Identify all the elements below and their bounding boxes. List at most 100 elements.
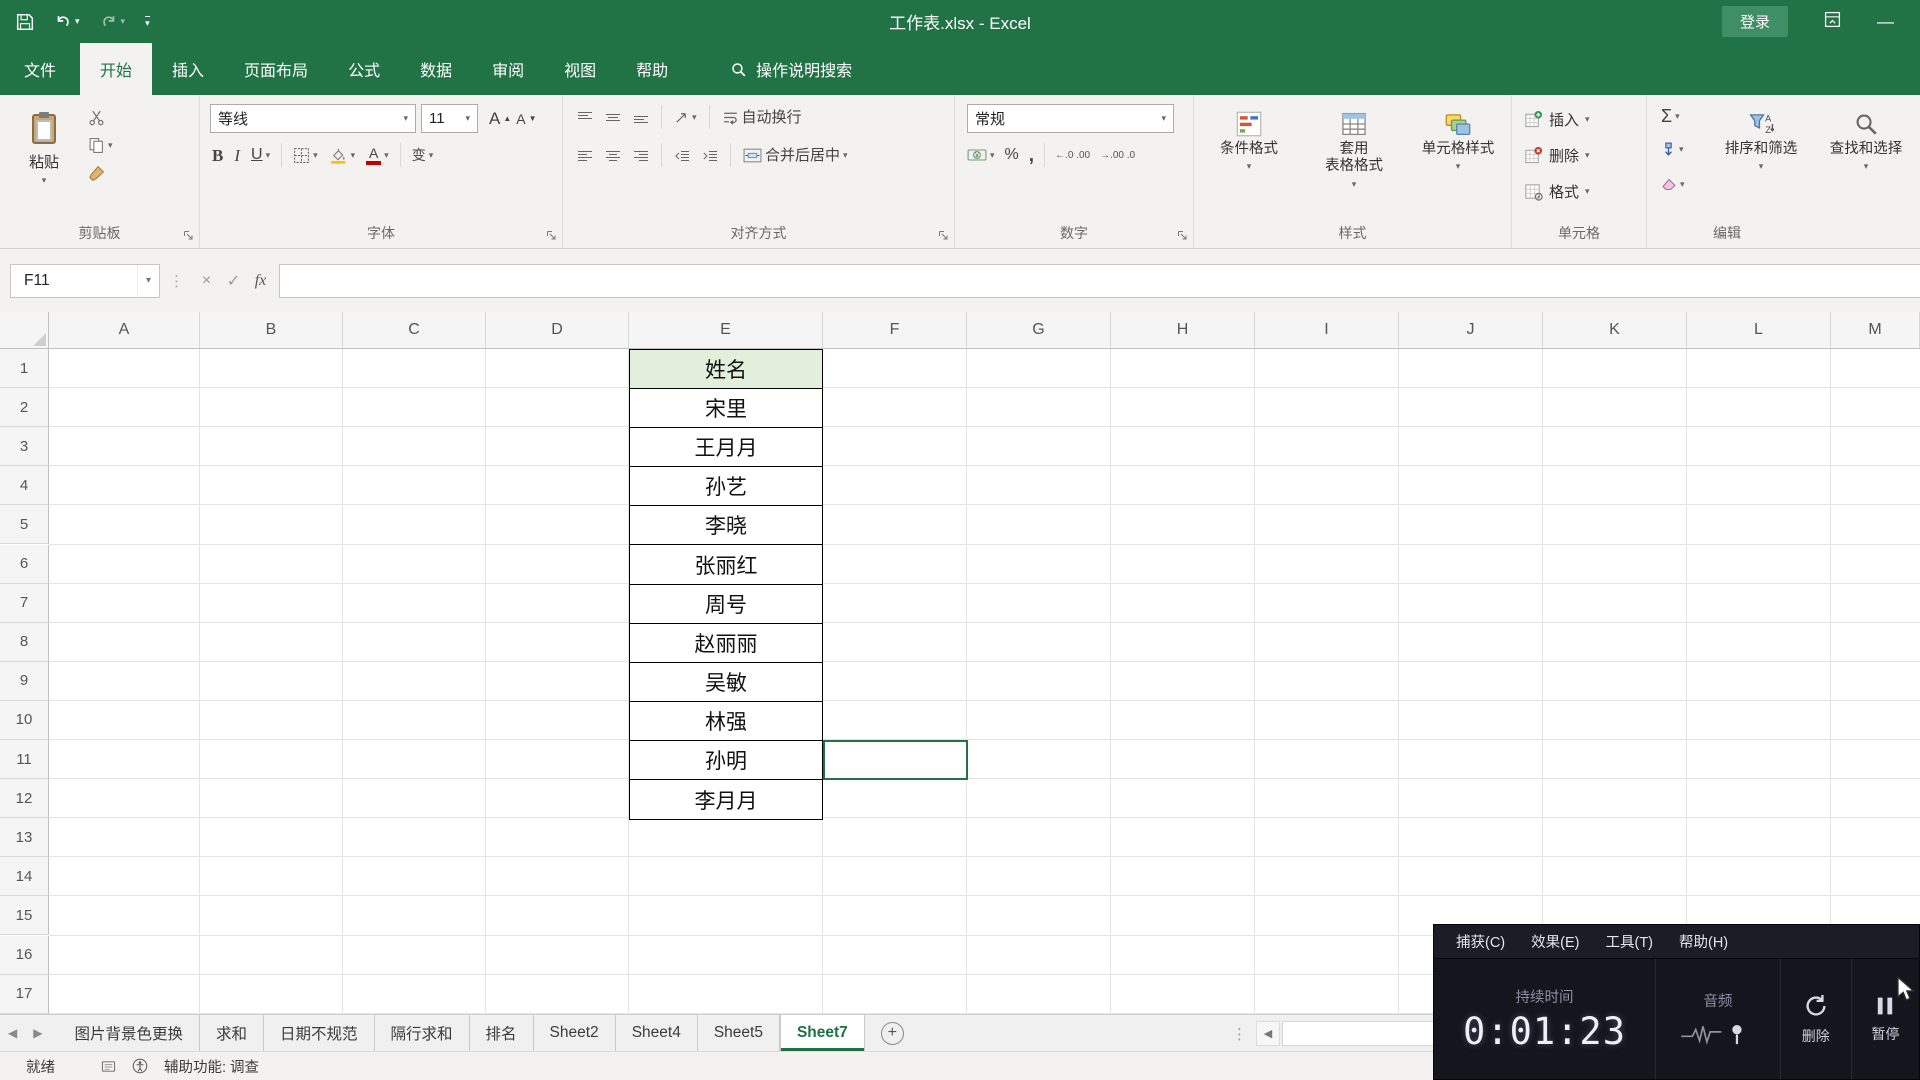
ribbon-tab-页面布局[interactable]: 页面布局 xyxy=(224,43,328,95)
cell-E2[interactable]: 宋里 xyxy=(630,389,822,428)
redo-button[interactable]: ▾ xyxy=(100,13,126,31)
comma-style-button[interactable]: , xyxy=(1029,146,1034,165)
sort-filter-button[interactable]: AZ 排序和筛选 ▾ xyxy=(1711,103,1811,217)
cell-E7[interactable]: 周号 xyxy=(630,585,822,624)
align-center-button[interactable] xyxy=(605,149,621,162)
format-cells-button[interactable]: 格式 ▾ xyxy=(1524,181,1590,202)
ribbon-display-options-button[interactable] xyxy=(1824,11,1841,33)
ribbon-tab-开始[interactable]: 开始 xyxy=(80,43,152,95)
clear-button[interactable]: ▾ xyxy=(1661,177,1685,191)
audio-waveform-icon[interactable] xyxy=(1679,1018,1757,1048)
recorder-menu-帮助(H)[interactable]: 帮助(H) xyxy=(1669,927,1738,956)
name-box-dropdown[interactable]: ▾ xyxy=(137,265,159,297)
column-header-G[interactable]: G xyxy=(967,312,1111,349)
cell-E12[interactable]: 李月月 xyxy=(630,780,822,819)
recorder-menu-工具(T)[interactable]: 工具(T) xyxy=(1595,927,1663,956)
row-header-12[interactable]: 12 xyxy=(0,779,49,818)
recorder-delete-button[interactable]: 删除 xyxy=(1781,959,1851,1079)
column-header-J[interactable]: J xyxy=(1399,312,1543,349)
row-header-16[interactable]: 16 xyxy=(0,936,49,975)
column-header-D[interactable]: D xyxy=(486,312,629,349)
conditional-formatting-button[interactable]: 条件格式 ▾ xyxy=(1198,103,1300,217)
tab-scroll-splitter[interactable]: ⋮ xyxy=(1232,1015,1247,1052)
bold-button[interactable]: B xyxy=(212,147,223,164)
minimize-button[interactable]: — xyxy=(1877,12,1894,32)
row-header-7[interactable]: 7 xyxy=(0,584,49,623)
cell-E1[interactable]: 姓名 xyxy=(630,350,822,389)
ribbon-tab-视图[interactable]: 视图 xyxy=(544,43,616,95)
align-top-button[interactable] xyxy=(577,111,593,124)
ribbon-tab-审阅[interactable]: 审阅 xyxy=(472,43,544,95)
tell-me-search[interactable]: 操作说明搜索 xyxy=(730,43,852,95)
align-right-button[interactable] xyxy=(633,149,649,162)
decrease-indent-button[interactable] xyxy=(674,149,690,162)
row-header-8[interactable]: 8 xyxy=(0,623,49,662)
alignment-dialog-launcher[interactable] xyxy=(938,230,949,241)
align-left-button[interactable] xyxy=(577,149,593,162)
column-header-A[interactable]: A xyxy=(49,312,200,349)
cell-E9[interactable]: 吴敏 xyxy=(630,663,822,702)
row-header-9[interactable]: 9 xyxy=(0,662,49,701)
row-header-15[interactable]: 15 xyxy=(0,896,49,935)
column-header-F[interactable]: F xyxy=(823,312,967,349)
format-as-table-button[interactable]: 套用表格格式 ▾ xyxy=(1304,103,1404,217)
cell-E11[interactable]: 孙明 xyxy=(630,741,822,780)
recorder-menu-捕获(C)[interactable]: 捕获(C) xyxy=(1446,927,1515,956)
formula-input[interactable] xyxy=(279,264,1920,298)
decrease-decimal-button[interactable]: →.00 .0 xyxy=(1100,150,1135,161)
accessibility-icon[interactable] xyxy=(132,1058,148,1074)
sheet-nav-next-button[interactable]: ▶ xyxy=(25,1015,50,1051)
align-middle-button[interactable] xyxy=(605,111,621,124)
copy-button[interactable]: ▾ xyxy=(88,137,113,154)
insert-cells-button[interactable]: 插入 ▾ xyxy=(1524,109,1590,130)
paste-button[interactable]: 粘贴 ▾ xyxy=(14,103,74,217)
orientation-button[interactable]: ▾ xyxy=(674,110,697,125)
cell-E6[interactable]: 张丽红 xyxy=(630,545,822,584)
insert-function-button[interactable]: fx xyxy=(247,264,274,298)
ribbon-tab-帮助[interactable]: 帮助 xyxy=(616,43,688,95)
name-box[interactable]: F11 ▾ xyxy=(10,264,160,298)
borders-button[interactable]: ▾ xyxy=(293,147,318,164)
cell-styles-button[interactable]: 单元格样式 ▾ xyxy=(1408,103,1508,217)
number-format-select[interactable]: 常规▾ xyxy=(967,104,1174,133)
sheet-tab-Sheet7[interactable]: Sheet7 xyxy=(780,1015,865,1051)
sheet-tab-排名[interactable]: 排名 xyxy=(470,1015,534,1051)
row-header-1[interactable]: 1 xyxy=(0,349,49,388)
customize-qat-button[interactable]: ▾ xyxy=(145,16,150,28)
font-dialog-launcher[interactable] xyxy=(546,230,557,241)
sheet-tab-日期不规范[interactable]: 日期不规范 xyxy=(264,1015,375,1051)
undo-button[interactable]: ▾ xyxy=(54,13,80,31)
row-header-11[interactable]: 11 xyxy=(0,740,49,779)
cell-E10[interactable]: 林强 xyxy=(630,702,822,741)
row-header-2[interactable]: 2 xyxy=(0,388,49,427)
grow-font-button[interactable]: A▲ xyxy=(489,110,511,127)
shrink-font-button[interactable]: A▼ xyxy=(516,112,536,126)
cell-E5[interactable]: 李晓 xyxy=(630,506,822,545)
select-all-corner[interactable] xyxy=(0,312,49,349)
ribbon-tab-数据[interactable]: 数据 xyxy=(400,43,472,95)
row-header-17[interactable]: 17 xyxy=(0,975,49,1014)
number-dialog-launcher[interactable] xyxy=(1177,230,1188,241)
sheet-tab-Sheet2[interactable]: Sheet2 xyxy=(534,1015,616,1051)
sheet-tab-求和[interactable]: 求和 xyxy=(200,1015,264,1051)
column-header-K[interactable]: K xyxy=(1543,312,1687,349)
file-tab[interactable]: 文件 xyxy=(0,43,80,95)
column-header-M[interactable]: M xyxy=(1831,312,1920,349)
fill-color-button[interactable]: ▾ xyxy=(329,147,356,164)
sheet-tab-Sheet5[interactable]: Sheet5 xyxy=(698,1015,780,1051)
underline-button[interactable]: U▾ xyxy=(251,147,270,163)
row-header-6[interactable]: 6 xyxy=(0,545,49,584)
row-header-14[interactable]: 14 xyxy=(0,857,49,896)
row-header-10[interactable]: 10 xyxy=(0,701,49,740)
percent-style-button[interactable]: % xyxy=(1005,147,1019,163)
column-header-H[interactable]: H xyxy=(1111,312,1255,349)
column-header-B[interactable]: B xyxy=(200,312,343,349)
sheet-tab-图片背景色更换[interactable]: 图片背景色更换 xyxy=(58,1015,200,1051)
sheet-tab-Sheet4[interactable]: Sheet4 xyxy=(616,1015,698,1051)
find-select-button[interactable]: 查找和选择 ▾ xyxy=(1815,103,1917,217)
delete-cells-button[interactable]: 删除 ▾ xyxy=(1524,145,1590,166)
formula-bar-splitter[interactable]: ⋮ xyxy=(160,272,193,290)
scroll-left-button[interactable]: ◀ xyxy=(1256,1021,1280,1046)
cut-button[interactable] xyxy=(88,109,113,126)
cell-E4[interactable]: 孙艺 xyxy=(630,467,822,506)
